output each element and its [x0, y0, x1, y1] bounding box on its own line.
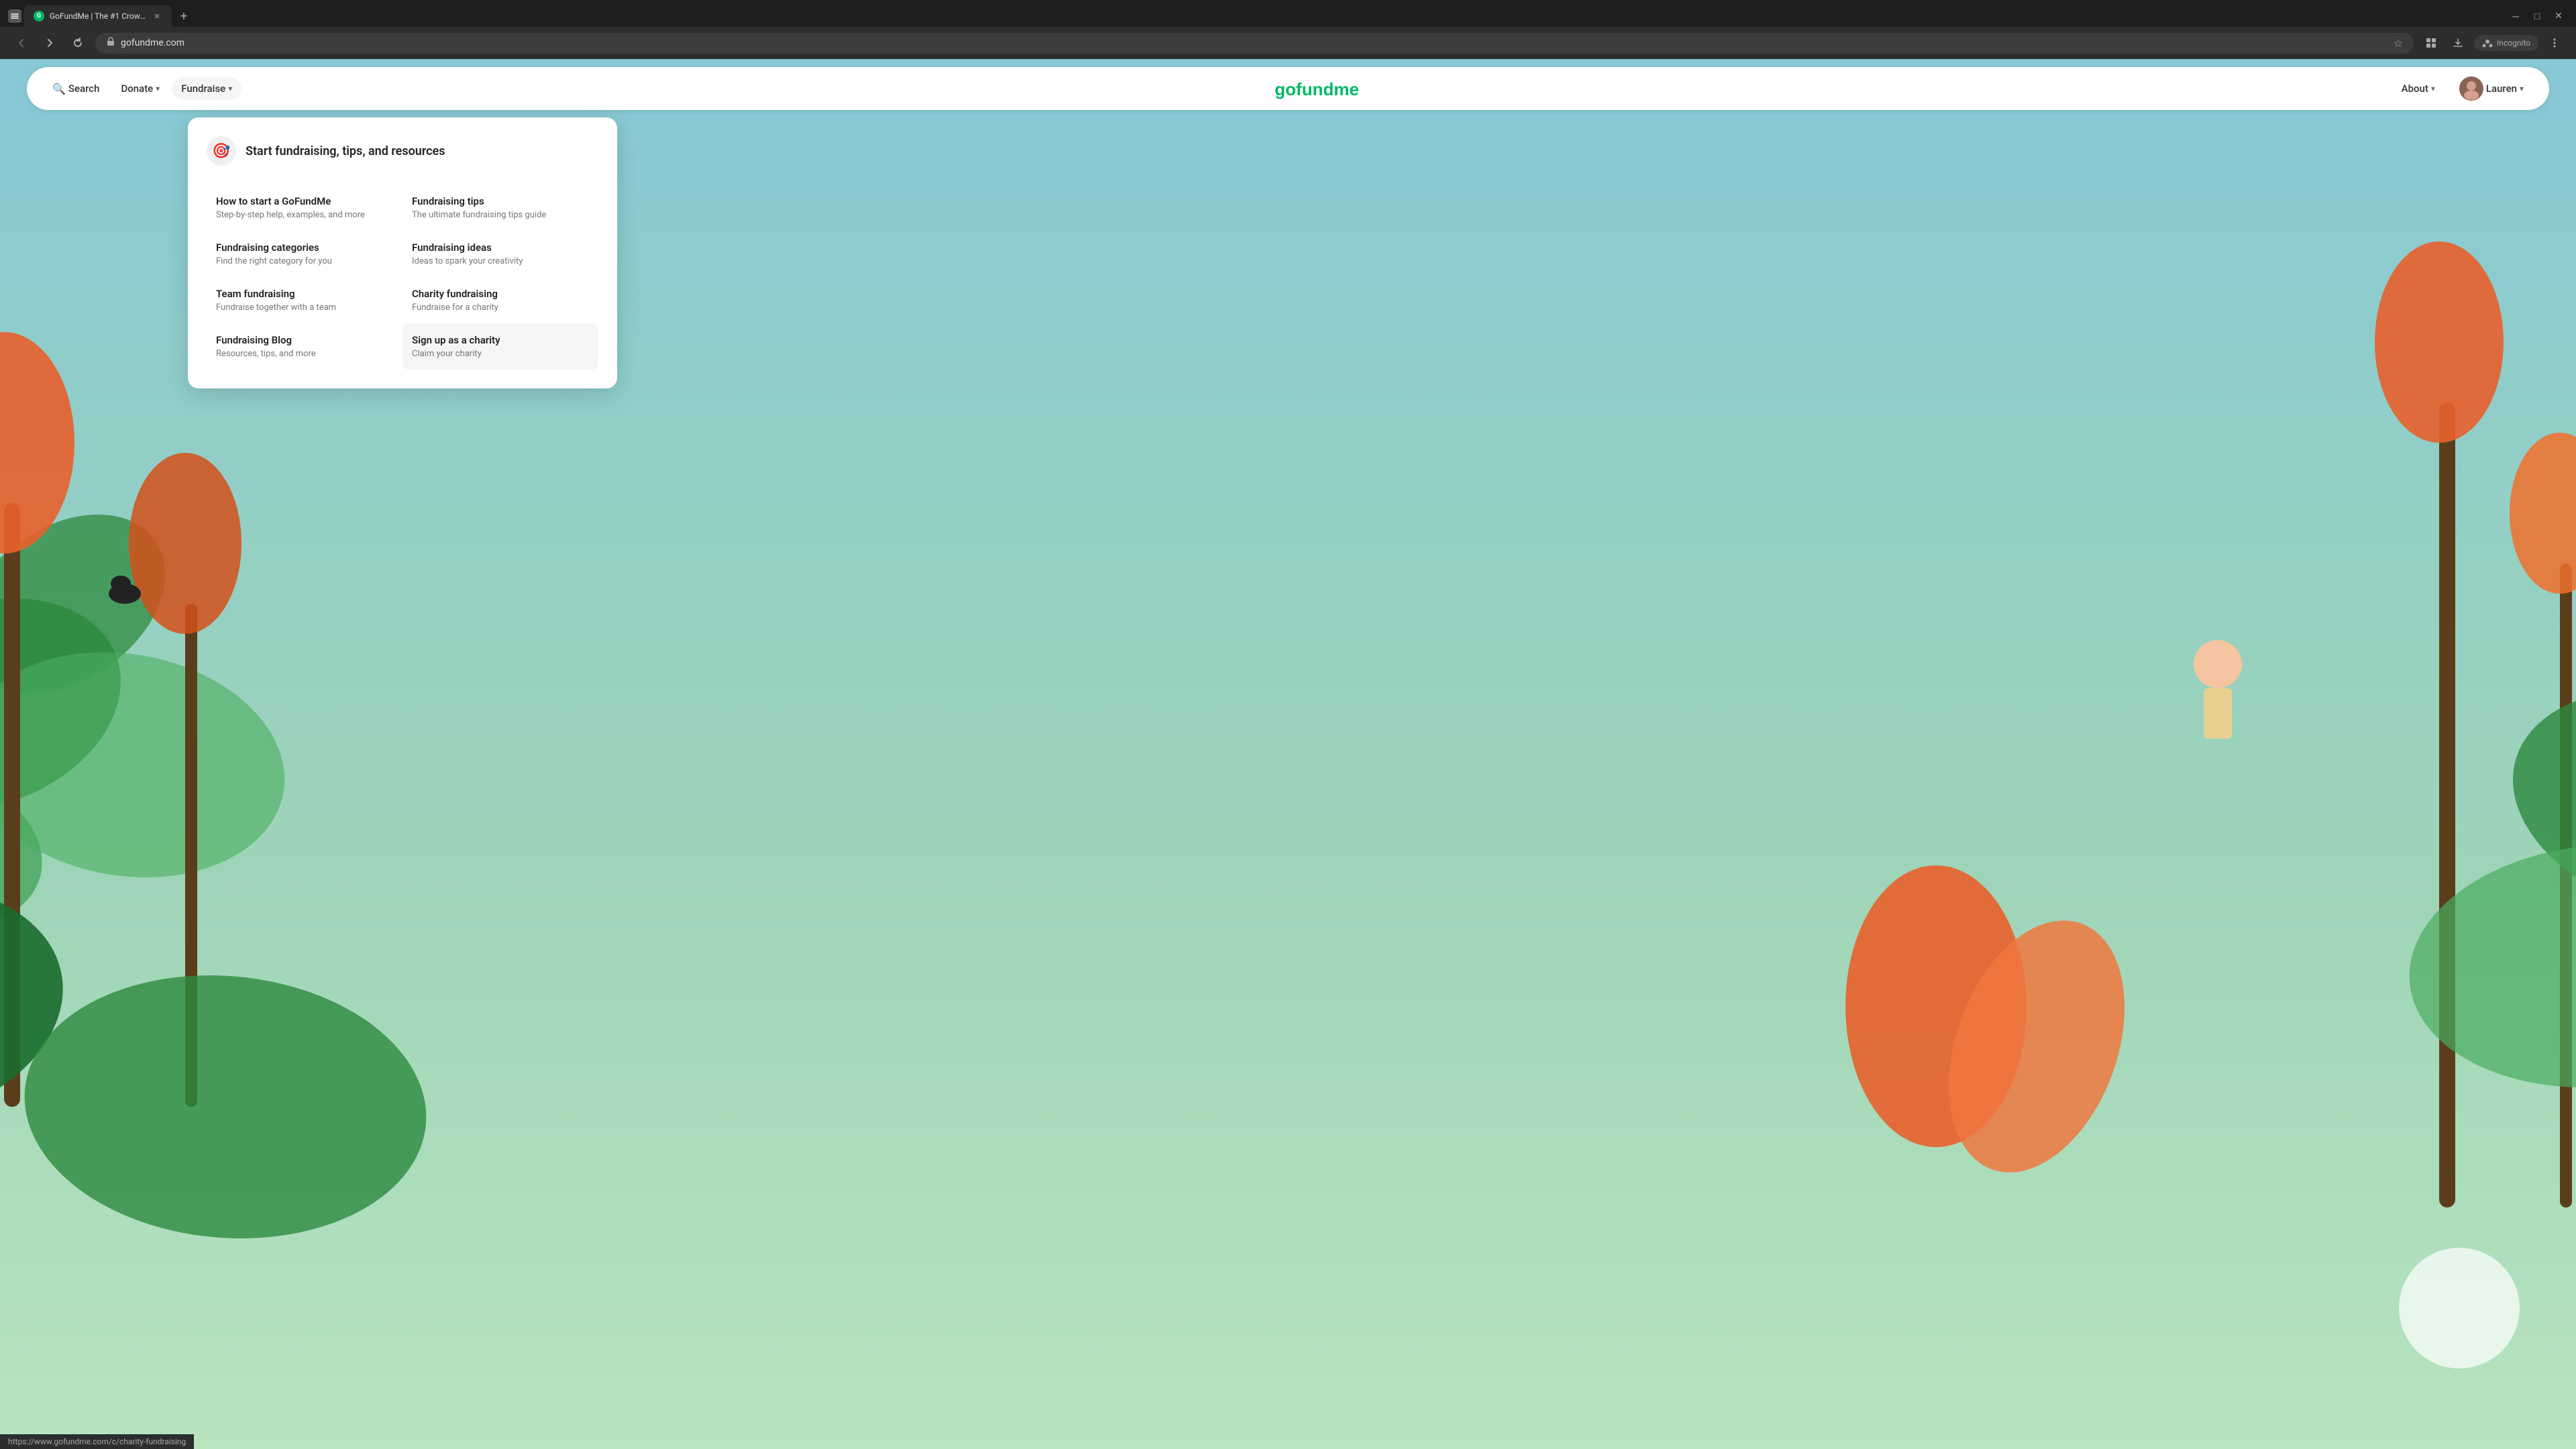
tab-title: GoFundMe | The #1 Crowdfund... — [50, 11, 146, 21]
dropdown-item-title-fundraising-tips: Fundraising tips — [412, 195, 589, 207]
dropdown-header-text: Start fundraising, tips, and resources — [246, 144, 445, 158]
dropdown-item-fundraising-categories[interactable]: Fundraising categories Find the right ca… — [207, 231, 402, 277]
fundraise-nav-item[interactable]: Fundraise ▾ — [172, 77, 241, 100]
dropdown-header-icon: 🎯 — [207, 136, 236, 166]
fundraise-dropdown: 🎯 Start fundraising, tips, and resources… — [188, 117, 617, 388]
dropdown-item-title-fundraising-categories: Fundraising categories — [216, 241, 393, 254]
address-text: gofundme.com — [121, 38, 2388, 48]
window-controls: ─ □ ✕ — [2506, 7, 2568, 25]
fundraise-label: Fundraise — [181, 83, 225, 95]
search-icon: 🔍 — [52, 83, 66, 95]
browser-controls: gofundme.com ☆ Incognito — [0, 27, 2576, 59]
user-name-label: Lauren — [2486, 83, 2517, 95]
dropdown-item-desc-charity-fundraising: Fundraise for a charity — [412, 303, 589, 313]
user-avatar — [2459, 76, 2483, 101]
target-icon: 🎯 — [212, 143, 230, 160]
page-wrapper: 🔍 Search Donate ▾ Fundraise ▾ gofundme — [0, 0, 2576, 1449]
dropdown-item-how-to-start[interactable]: How to start a GoFundMe Step-by-step hel… — [207, 184, 402, 231]
dropdown-item-title-fundraising-blog: Fundraising Blog — [216, 334, 393, 346]
browser-chrome: G GoFundMe | The #1 Crowdfund... ✕ + ─ □… — [0, 0, 2576, 59]
dropdown-item-desc-team-fundraising: Fundraise together with a team — [216, 303, 393, 313]
incognito-indicator: Incognito — [2474, 35, 2538, 51]
svg-text:gofundme: gofundme — [1275, 79, 1359, 99]
dropdown-item-title-team-fundraising: Team fundraising — [216, 288, 393, 300]
dropdown-item-desc-fundraising-blog: Resources, tips, and more — [216, 349, 393, 359]
dropdown-item-desc-fundraising-categories: Find the right category for you — [216, 256, 393, 266]
dropdown-item-fundraising-tips[interactable]: Fundraising tips The ultimate fundraisin… — [402, 184, 598, 231]
dropdown-item-desc-fundraising-ideas: Ideas to spark your creativity — [412, 256, 589, 266]
close-button[interactable]: ✕ — [2549, 7, 2568, 25]
status-bar: https://www.gofundme.com/c/charity-fundr… — [0, 1434, 194, 1449]
donate-nav-item[interactable]: Donate ▾ — [111, 77, 169, 100]
tab-close-button[interactable]: ✕ — [152, 11, 162, 21]
search-nav-item[interactable]: 🔍 Search — [43, 77, 109, 101]
nav-right: About ▾ Lauren ▾ — [2392, 71, 2533, 106]
user-menu-item[interactable]: Lauren ▾ — [2450, 71, 2533, 106]
minimize-button[interactable]: ─ — [2506, 7, 2525, 25]
new-tab-button[interactable]: + — [174, 7, 193, 25]
lock-icon — [106, 37, 115, 49]
downloads-button[interactable] — [2447, 32, 2469, 54]
dropdown-item-title-signup-charity: Sign up as a charity — [412, 334, 589, 346]
nav-left: 🔍 Search Donate ▾ Fundraise ▾ — [43, 77, 241, 101]
dropdown-item-title-fundraising-ideas: Fundraising ideas — [412, 241, 589, 254]
dropdown-item-desc-fundraising-tips: The ultimate fundraising tips guide — [412, 210, 589, 220]
menu-button[interactable] — [2544, 32, 2565, 54]
tab-group-indicator[interactable] — [8, 9, 21, 23]
dropdown-header: 🎯 Start fundraising, tips, and resources — [207, 136, 598, 166]
browser-actions: Incognito — [2420, 32, 2565, 54]
address-bar[interactable]: gofundme.com ☆ — [95, 33, 2414, 54]
dropdown-item-fundraising-blog[interactable]: Fundraising Blog Resources, tips, and mo… — [207, 323, 402, 370]
maximize-button[interactable]: □ — [2528, 7, 2546, 25]
browser-tabs: G GoFundMe | The #1 Crowdfund... ✕ + ─ □… — [0, 0, 2576, 27]
user-chevron-icon: ▾ — [2520, 84, 2524, 93]
extensions-button[interactable] — [2420, 32, 2442, 54]
dropdown-item-charity-fundraising[interactable]: Charity fundraising Fundraise for a char… — [402, 277, 598, 323]
donate-label: Donate — [121, 83, 153, 95]
back-button[interactable] — [11, 32, 32, 54]
incognito-label: Incognito — [2497, 38, 2530, 48]
donate-chevron-icon: ▾ — [156, 84, 160, 93]
dropdown-item-desc-signup-charity: Claim your charity — [412, 349, 589, 359]
status-url: https://www.gofundme.com/c/charity-fundr… — [8, 1437, 186, 1446]
about-chevron-icon: ▾ — [2431, 84, 2435, 93]
dropdown-grid: How to start a GoFundMe Step-by-step hel… — [207, 184, 598, 370]
forward-button[interactable] — [39, 32, 60, 54]
dropdown-item-team-fundraising[interactable]: Team fundraising Fundraise together with… — [207, 277, 402, 323]
about-nav-item[interactable]: About ▾ — [2392, 77, 2445, 100]
bookmark-icon[interactable]: ☆ — [2394, 37, 2403, 50]
tab-favicon: G — [34, 11, 44, 21]
fundraise-chevron-icon: ▾ — [228, 84, 232, 93]
dropdown-item-title-how-to-start: How to start a GoFundMe — [216, 195, 393, 207]
dropdown-item-signup-charity[interactable]: Sign up as a charity Claim your charity — [402, 323, 598, 370]
dropdown-item-desc-how-to-start: Step-by-step help, examples, and more — [216, 210, 393, 220]
search-label: Search — [68, 83, 100, 95]
active-tab[interactable]: G GoFundMe | The #1 Crowdfund... ✕ — [24, 5, 172, 27]
reload-button[interactable] — [67, 32, 89, 54]
about-label: About — [2402, 83, 2428, 95]
dropdown-item-title-charity-fundraising: Charity fundraising — [412, 288, 589, 300]
dropdown-item-fundraising-ideas[interactable]: Fundraising ideas Ideas to spark your cr… — [402, 231, 598, 277]
nav-logo[interactable]: gofundme — [241, 76, 2392, 101]
navbar: 🔍 Search Donate ▾ Fundraise ▾ gofundme — [27, 67, 2549, 110]
